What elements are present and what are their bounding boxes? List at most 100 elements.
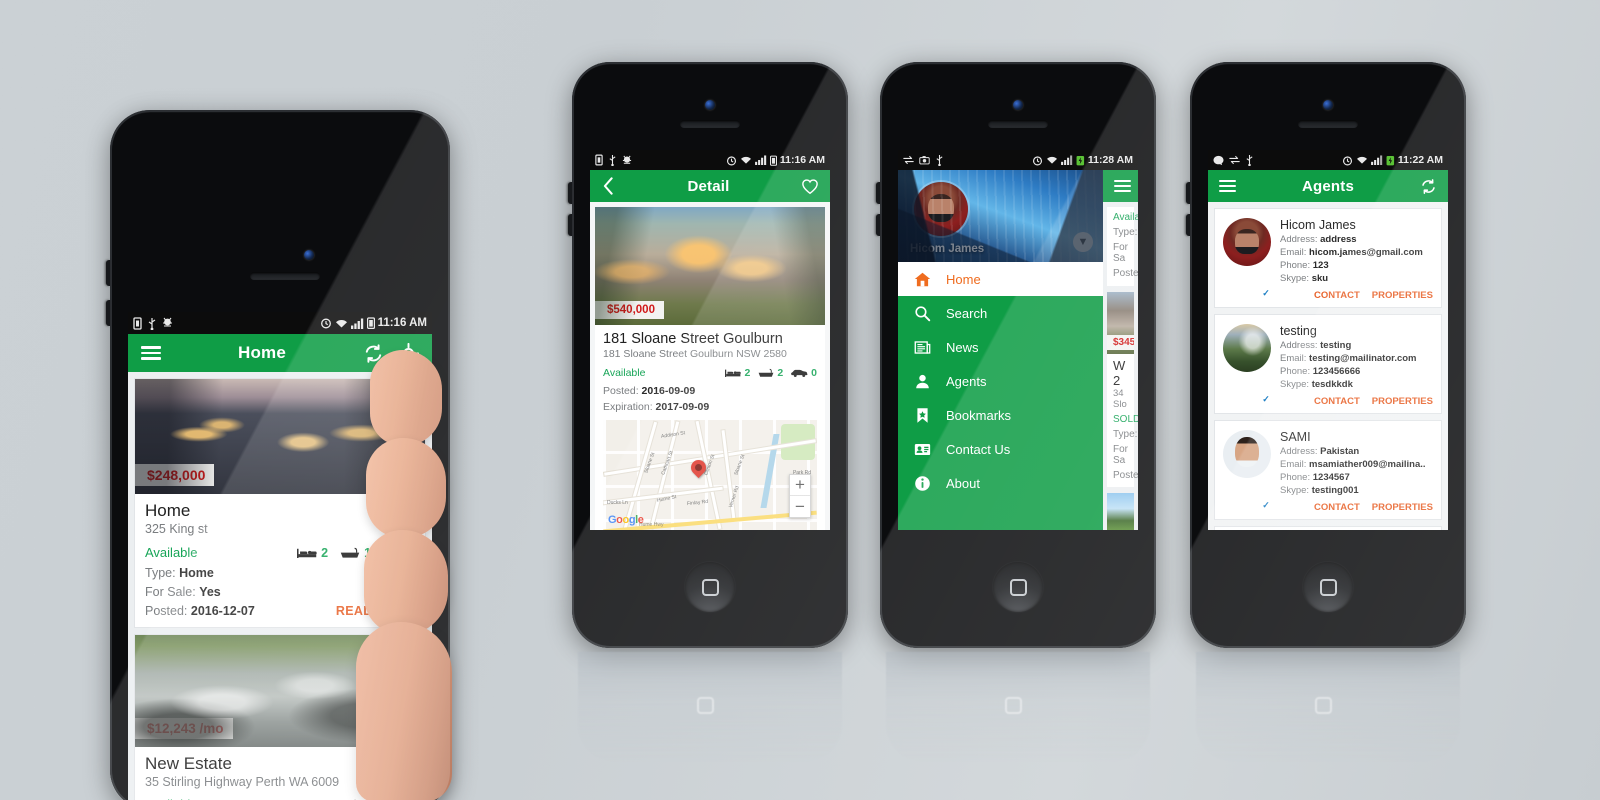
behind-card[interactable]: Availa Type: For Sa Posted xyxy=(1107,207,1138,286)
drawer-item-label: News xyxy=(946,339,979,355)
behind-card[interactable] xyxy=(1107,493,1134,530)
forsale-value: Yes xyxy=(199,585,221,599)
listing-card[interactable]: $12,243 /mo New Estate 35 Stirling Highw… xyxy=(134,634,426,800)
volume-button[interactable] xyxy=(1186,182,1190,204)
refresh-icon[interactable] xyxy=(363,343,384,364)
front-camera-icon xyxy=(1013,100,1023,110)
contact-button[interactable]: CONTACT xyxy=(1314,290,1360,301)
listing-title: Home xyxy=(145,501,191,520)
back-arrow-icon[interactable] xyxy=(601,177,616,195)
agent-phone: Phone: 1234567 xyxy=(1280,472,1433,483)
status-badge: SOLD xyxy=(1113,414,1138,425)
email-value: testing@mailinator.com xyxy=(1309,353,1417,364)
agent-email: Email: testing@mailinator.com xyxy=(1280,353,1433,364)
properties-button[interactable]: PROPERTIES xyxy=(1372,502,1433,513)
agent-address: Address: address xyxy=(1280,234,1433,245)
car-count: 0 xyxy=(811,367,817,379)
listing-scroll[interactable]: $248,000 Home 325 King st Available 2 1 … xyxy=(128,372,432,800)
behind-card-body: W 2 34 Slo SOLD Type: For Sa Posted xyxy=(1107,354,1138,487)
listing-card[interactable]: $248,000 Home 325 King st Available 2 1 … xyxy=(134,378,426,628)
phone-value: 123 xyxy=(1312,260,1329,271)
menu-icon[interactable] xyxy=(141,346,161,360)
location-map[interactable]: Addison St Sloane St Cathcart St Clinton… xyxy=(603,420,817,530)
volume-button[interactable] xyxy=(568,182,572,204)
heart-icon[interactable] xyxy=(801,178,819,195)
bed-icon xyxy=(725,369,742,377)
phone-value: 1234567 xyxy=(1312,472,1350,483)
refresh-icon[interactable] xyxy=(1420,178,1437,195)
status-bar: 11:16 AM xyxy=(590,150,830,170)
wifi-icon xyxy=(740,156,751,164)
android-debug-icon xyxy=(622,155,632,164)
price-badge: $345 xyxy=(1107,335,1134,350)
phone-reflection xyxy=(886,652,1150,762)
battery-status-icon xyxy=(366,317,375,329)
status-left-icons xyxy=(903,154,944,166)
drawer-item-search[interactable]: Search xyxy=(898,296,1103,330)
address-value: Pakistan xyxy=(1320,446,1360,457)
alarm-icon xyxy=(1032,155,1042,165)
home-button-square xyxy=(1009,578,1027,596)
drawer-item-news[interactable]: News xyxy=(898,330,1103,364)
volume-down-button[interactable] xyxy=(568,214,572,236)
zoom-out-button[interactable]: − xyxy=(790,496,810,517)
listing-photo: $345 xyxy=(1107,292,1134,354)
drawer-item-label: Search xyxy=(946,305,988,321)
bath-feature: 1 xyxy=(340,546,371,560)
volume-down-button[interactable] xyxy=(106,300,110,326)
read-more-button[interactable]: READ MORE xyxy=(336,604,415,618)
properties-button[interactable]: PROPERTIES xyxy=(1372,396,1433,407)
agent-card[interactable]: samiather Address: Pakistan xyxy=(1214,526,1442,530)
status-left-icons xyxy=(595,154,632,166)
detail-posted: Posted: 2016-09-09 xyxy=(603,385,817,397)
reflection-home-square xyxy=(1005,697,1022,714)
detail-scroll[interactable]: $540,000 181 Sloane Street Goulburn 181 … xyxy=(590,202,830,530)
agent-email: Email: hicom.james@gmail.com xyxy=(1280,247,1433,258)
detail-body: 181 Sloane Street Goulburn 181 Sloane St… xyxy=(595,325,825,530)
map-zoom-controls[interactable]: + − xyxy=(789,474,811,518)
address-value: testing xyxy=(1320,340,1352,351)
skype-label: Skype: xyxy=(1280,485,1310,496)
agent-card[interactable]: ✓ SAMI Address: Pakistan Email: msamiath… xyxy=(1214,420,1442,520)
menu-icon[interactable] xyxy=(1114,179,1131,193)
volume-down-button[interactable] xyxy=(876,214,880,236)
sync-icon xyxy=(1229,155,1240,165)
address-label: Address: xyxy=(1280,340,1318,351)
volume-button[interactable] xyxy=(106,260,110,286)
agents-scroll[interactable]: ✓ Hicom James Address: address Email: hi… xyxy=(1208,202,1448,530)
drawer-item-home[interactable]: Home xyxy=(898,262,1103,296)
avatar[interactable] xyxy=(914,182,968,236)
drawer-item-bookmarks[interactable]: Bookmarks xyxy=(898,398,1103,432)
phone-label: Phone: xyxy=(1280,366,1311,377)
drawer-item-contact-us[interactable]: Contact Us xyxy=(898,432,1103,466)
agent-info: SAMI Address: Pakistan Email: msamiather… xyxy=(1271,430,1433,513)
volume-down-button[interactable] xyxy=(1186,214,1190,236)
drawer-item-about[interactable]: About xyxy=(898,466,1103,500)
locate-icon[interactable] xyxy=(398,342,419,364)
home-button[interactable] xyxy=(685,562,735,612)
usb-icon xyxy=(609,155,616,166)
price-badge: $248,000 xyxy=(135,464,215,486)
caret-down-icon[interactable]: ▼ xyxy=(1073,232,1093,252)
home-button[interactable] xyxy=(993,562,1043,612)
agent-phone: Phone: 123456666 xyxy=(1280,366,1433,377)
drawer-item-agents[interactable]: Agents xyxy=(898,364,1103,398)
avatar-wrap: ✓ xyxy=(1223,218,1273,301)
agent-card[interactable]: ✓ testing Address: testing Email: testin… xyxy=(1214,314,1442,414)
zoom-in-button[interactable]: + xyxy=(790,475,810,496)
contact-button[interactable]: CONTACT xyxy=(1314,396,1360,407)
type-label: Type: xyxy=(1113,429,1138,440)
properties-button[interactable]: PROPERTIES xyxy=(1372,290,1433,301)
bed-count: 2 xyxy=(321,545,329,560)
posted-value: 2016-09-09 xyxy=(641,385,696,397)
signal-icon xyxy=(754,155,767,165)
skype-value: tesdkkdk xyxy=(1311,379,1353,390)
menu-icon[interactable] xyxy=(1219,179,1236,193)
contact-button[interactable]: CONTACT xyxy=(1314,502,1360,513)
listing-type: Type: Home xyxy=(145,566,415,580)
home-button[interactable] xyxy=(1303,562,1353,612)
status-right-icons: 11:16 AM xyxy=(320,317,427,329)
behind-card[interactable]: $345 W 2 34 Slo SOLD Type: For Sa Posted xyxy=(1107,292,1138,487)
volume-button[interactable] xyxy=(876,182,880,204)
agent-card[interactable]: ✓ Hicom James Address: address Email: hi… xyxy=(1214,208,1442,308)
